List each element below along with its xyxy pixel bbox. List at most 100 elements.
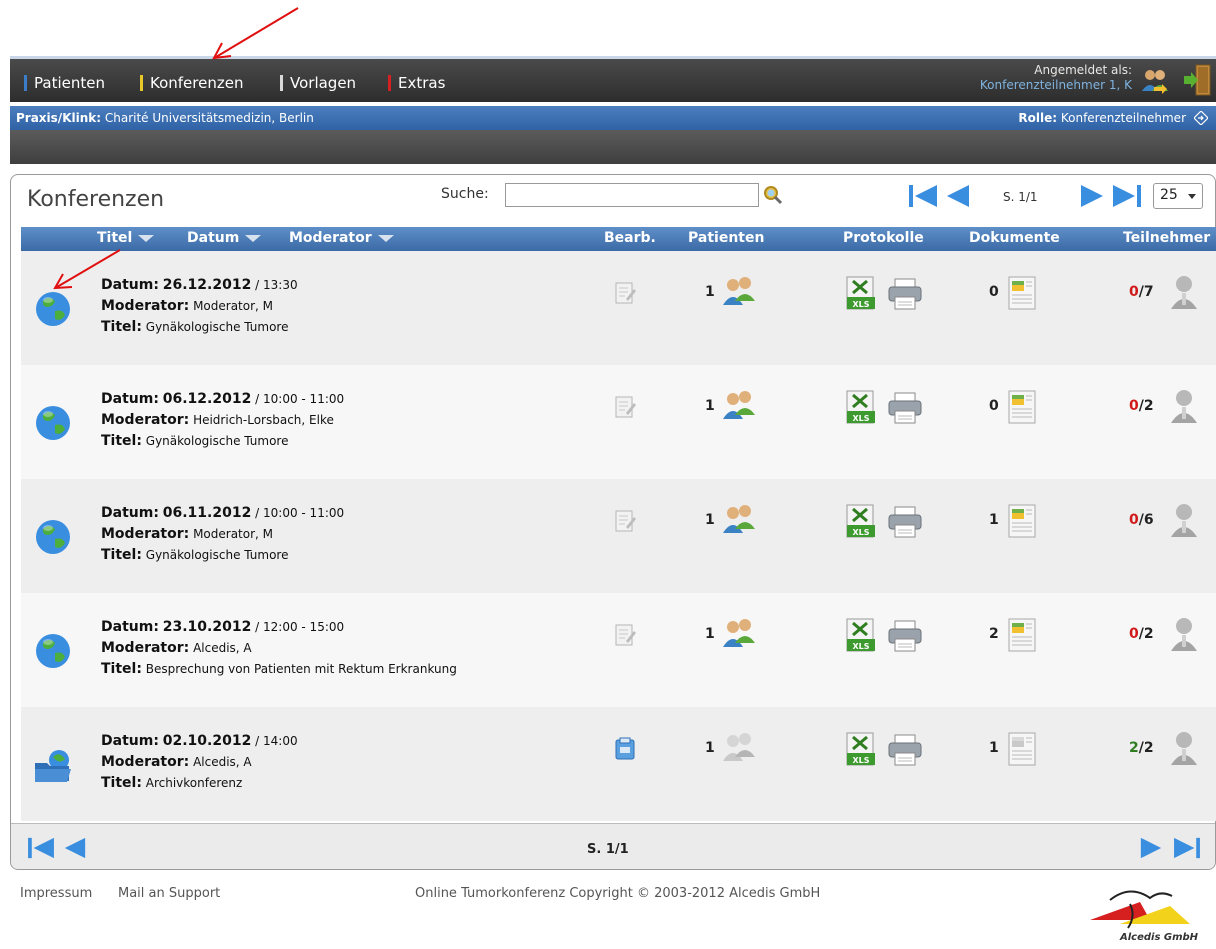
edit-icon[interactable] bbox=[614, 623, 636, 647]
nav-patienten[interactable]: Patienten bbox=[24, 73, 105, 93]
conference-panel: Konferenzen Suche: S. 1/1 25 Titel Datum… bbox=[10, 174, 1216, 870]
sort-moderator[interactable]: Moderator bbox=[289, 230, 394, 246]
table-row[interactable]: Datum: 06.11.2012 / 10:00 - 11:00 Moderat… bbox=[21, 479, 1216, 593]
participants-present: 0 bbox=[1129, 626, 1139, 642]
print-icon[interactable] bbox=[887, 619, 923, 653]
globe-icon[interactable] bbox=[33, 631, 73, 671]
login-user[interactable]: Konferenzteilnehmer 1, K bbox=[980, 78, 1132, 92]
participants-count: 0/6 bbox=[1129, 512, 1154, 528]
top-navigation: Patienten Konferenzen Vorlagen Extras An… bbox=[10, 56, 1216, 102]
print-icon[interactable] bbox=[887, 505, 923, 539]
nav-vorlagen[interactable]: Vorlagen bbox=[280, 73, 356, 93]
nav-color-bar bbox=[388, 75, 391, 91]
participants-total: /2 bbox=[1138, 626, 1154, 642]
conference-time: / 10:00 - 11:00 bbox=[255, 506, 345, 520]
field-label-titel: Titel: bbox=[101, 319, 142, 335]
first-page-icon[interactable] bbox=[25, 836, 57, 860]
next-page-icon[interactable] bbox=[1139, 836, 1163, 860]
participants-present: 0 bbox=[1129, 284, 1139, 300]
title-line: Titel: Gynäkologische Tumore bbox=[101, 431, 344, 452]
participants-total: /6 bbox=[1138, 512, 1154, 528]
first-page-icon[interactable] bbox=[907, 183, 939, 209]
participants-icon[interactable] bbox=[1169, 729, 1199, 767]
excel-export-icon[interactable]: XLS bbox=[845, 617, 877, 653]
role-switch-icon[interactable] bbox=[1194, 111, 1208, 125]
support-mail-link[interactable]: Mail an Support bbox=[118, 886, 220, 901]
participants-icon[interactable] bbox=[1169, 501, 1199, 539]
last-page-icon[interactable] bbox=[1111, 183, 1143, 209]
archive-box-icon[interactable] bbox=[614, 737, 636, 761]
participants-icon[interactable] bbox=[1169, 387, 1199, 425]
column-header-titel: Titel bbox=[97, 230, 133, 246]
excel-export-icon[interactable]: XLS bbox=[845, 503, 877, 539]
participants-icon[interactable] bbox=[1169, 273, 1199, 311]
print-icon[interactable] bbox=[887, 277, 923, 311]
table-row[interactable]: Datum: 23.10.2012 / 12:00 - 15:00 Moderat… bbox=[21, 593, 1216, 707]
table-row[interactable]: Datum: 02.10.2012 / 14:00 Moderator: Alce… bbox=[21, 707, 1216, 821]
participants-total: /2 bbox=[1138, 740, 1154, 756]
table-row[interactable]: Datum: 26.12.2012 / 13:30 Moderator: Mode… bbox=[21, 251, 1216, 365]
patients-icon[interactable] bbox=[721, 729, 757, 765]
archive-folder-icon[interactable] bbox=[33, 745, 73, 785]
excel-export-icon[interactable]: XLS bbox=[845, 389, 877, 425]
sort-datum[interactable]: Datum bbox=[187, 230, 262, 246]
documents-icon[interactable] bbox=[1007, 275, 1037, 311]
field-label-titel: Titel: bbox=[101, 433, 142, 449]
praxis-info: Praxis/Klink: Charité Universitätsmedizi… bbox=[16, 111, 314, 125]
patients-icon[interactable] bbox=[721, 387, 757, 423]
globe-icon[interactable] bbox=[33, 403, 73, 443]
documents-icon[interactable] bbox=[1007, 503, 1037, 539]
svg-text:XLS: XLS bbox=[852, 756, 869, 765]
sort-titel[interactable]: Titel bbox=[97, 230, 155, 246]
print-icon[interactable] bbox=[887, 733, 923, 767]
documents-icon[interactable] bbox=[1007, 731, 1037, 767]
nav-label: Patienten bbox=[34, 74, 105, 92]
impressum-link[interactable]: Impressum bbox=[20, 886, 92, 901]
conference-title: Gynäkologische Tumore bbox=[145, 434, 289, 448]
per-page-select[interactable]: 25 bbox=[1153, 183, 1203, 209]
patients-icon[interactable] bbox=[721, 273, 757, 309]
documents-icon[interactable] bbox=[1007, 617, 1037, 653]
edit-icon[interactable] bbox=[614, 395, 636, 419]
conference-title: Gynäkologische Tumore bbox=[145, 320, 289, 334]
moderator-line: Moderator: Heidrich-Lorsbach, Elke bbox=[101, 410, 344, 431]
search-input[interactable] bbox=[505, 183, 759, 207]
nav-extras[interactable]: Extras bbox=[388, 73, 445, 93]
svg-text:XLS: XLS bbox=[852, 300, 869, 309]
next-page-icon[interactable] bbox=[1079, 183, 1105, 209]
documents-icon[interactable] bbox=[1007, 389, 1037, 425]
patient-count: 1 bbox=[705, 626, 715, 642]
excel-export-icon[interactable]: XLS bbox=[845, 275, 877, 311]
edit-icon[interactable] bbox=[614, 281, 636, 305]
field-label-moderator: Moderator: bbox=[101, 640, 190, 656]
participants-icon[interactable] bbox=[1169, 615, 1199, 653]
conference-title: Gynäkologische Tumore bbox=[145, 548, 289, 562]
page-indicator: S. 1/1 bbox=[1003, 190, 1038, 204]
sort-down-icon bbox=[377, 234, 394, 242]
title-line: Titel: Gynäkologische Tumore bbox=[101, 545, 344, 566]
globe-icon[interactable] bbox=[33, 517, 73, 557]
table-row[interactable]: Datum: 06.12.2012 / 10:00 - 11:00 Moderat… bbox=[21, 365, 1216, 479]
conference-date: 06.12.2012 bbox=[162, 391, 252, 407]
last-page-icon[interactable] bbox=[1171, 836, 1203, 860]
print-icon[interactable] bbox=[887, 391, 923, 425]
nav-konferenzen[interactable]: Konferenzen bbox=[140, 73, 243, 93]
patients-icon[interactable] bbox=[721, 615, 757, 651]
patients-icon[interactable] bbox=[721, 501, 757, 537]
praxis-label: Praxis/Klink: bbox=[16, 111, 102, 125]
patient-count: 1 bbox=[705, 512, 715, 528]
edit-icon[interactable] bbox=[614, 509, 636, 533]
conference-info: Datum: 23.10.2012 / 12:00 - 15:00 Moderat… bbox=[101, 617, 457, 680]
logout-icon[interactable] bbox=[1182, 63, 1212, 97]
per-page-value: 25 bbox=[1160, 187, 1178, 203]
globe-icon[interactable] bbox=[33, 289, 73, 329]
prev-page-icon[interactable] bbox=[63, 836, 87, 860]
praxis-value: Charité Universitätsmedizin, Berlin bbox=[104, 111, 314, 125]
excel-export-icon[interactable]: XLS bbox=[845, 731, 877, 767]
search-icon[interactable] bbox=[763, 185, 783, 205]
prev-page-icon[interactable] bbox=[945, 183, 971, 209]
conference-moderator: Moderator, M bbox=[193, 527, 274, 541]
users-switch-icon[interactable] bbox=[1140, 67, 1170, 95]
participants-present: 2 bbox=[1129, 740, 1139, 756]
chevron-down-icon bbox=[1188, 194, 1196, 199]
